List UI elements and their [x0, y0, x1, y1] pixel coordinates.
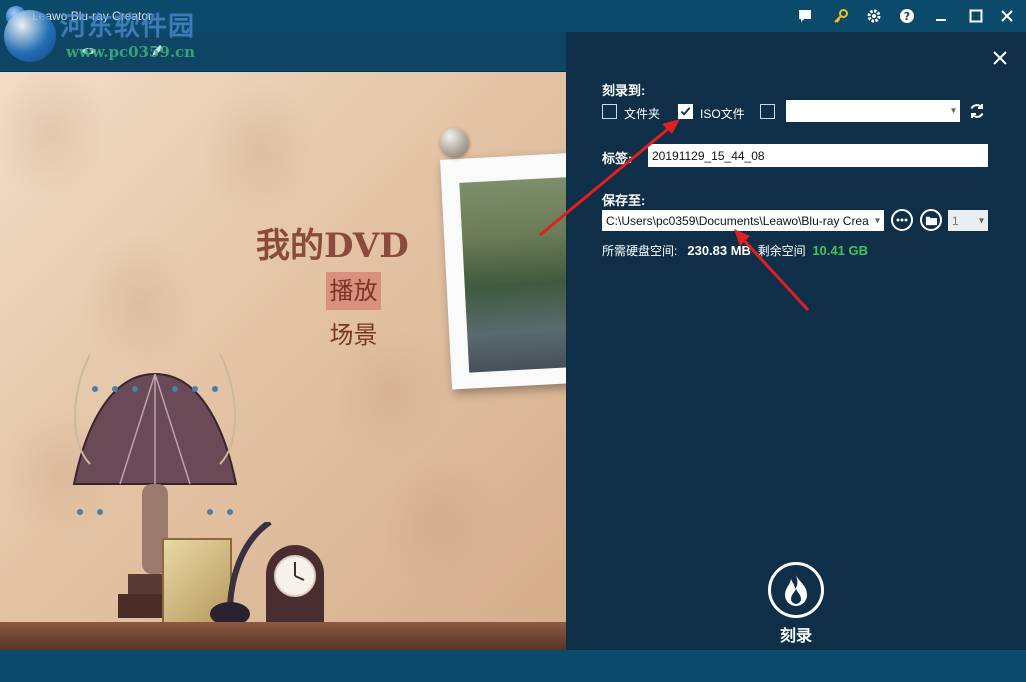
- disc-checkbox[interactable]: [760, 104, 775, 119]
- iso-checkbox[interactable]: [678, 104, 693, 119]
- title-bar: Leawo Blu-ray Creator ?: [0, 0, 1026, 32]
- tag-input[interactable]: 20191129_15_44_08: [648, 144, 988, 167]
- status-bar: [0, 650, 1026, 682]
- save-to-label: 保存至:: [602, 193, 646, 208]
- panel-close-icon[interactable]: [990, 48, 1010, 68]
- copies-value: 1: [952, 213, 959, 228]
- browse-button[interactable]: [891, 209, 913, 231]
- folder-checkbox[interactable]: [602, 104, 617, 119]
- save-path-value: C:\Users\pc0359\Documents\Leawo\Blu-ray …: [606, 213, 869, 228]
- shelf: [0, 622, 566, 650]
- clock-icon: [266, 545, 324, 626]
- minimize-icon[interactable]: [932, 7, 950, 25]
- burn-settings-panel: 刻录到: 文件夹 ISO文件 ▾ 标签: 20191129_15_44_08 保…: [566, 32, 1026, 650]
- save-path-select[interactable]: C:\Users\pc0359\Documents\Leawo\Blu-ray …: [602, 210, 884, 231]
- gear-icon[interactable]: [865, 7, 883, 25]
- menu-item-scene[interactable]: 场景: [326, 316, 381, 354]
- drive-select[interactable]: ▾: [786, 100, 960, 122]
- open-folder-button[interactable]: [920, 209, 942, 231]
- more-icon: [896, 218, 908, 222]
- preview-toolbar: [0, 32, 566, 72]
- pin-icon: [440, 128, 468, 156]
- burn-button[interactable]: [768, 562, 824, 618]
- tag-label: 标签:: [602, 151, 633, 166]
- help-icon[interactable]: ?: [898, 7, 916, 25]
- disk-space-info: 所需硬盘空间: 230.83 MB 剩余空间 10.41 GB: [602, 242, 868, 259]
- pen-icon[interactable]: [148, 42, 166, 60]
- dvd-menu-preview: 我的DVD 播放 场景: [0, 72, 566, 650]
- free-space-label: 剩余空间: [757, 244, 806, 258]
- app-logo-icon: [6, 6, 26, 26]
- maximize-icon[interactable]: [967, 7, 985, 25]
- chat-icon[interactable]: [796, 7, 814, 25]
- chevron-down-icon: ▾: [872, 215, 880, 226]
- video-thumbnail: [459, 176, 566, 373]
- window-title: Leawo Blu-ray Creator: [32, 9, 153, 23]
- chevron-down-icon: ▾: [978, 215, 984, 226]
- key-icon[interactable]: [832, 7, 850, 25]
- eye-icon[interactable]: [80, 42, 98, 60]
- copies-select[interactable]: 1 ▾: [948, 210, 988, 231]
- burn-label: 刻录: [779, 628, 812, 645]
- free-space-value: 10.41 GB: [812, 243, 868, 258]
- required-space-value: 230.83 MB: [687, 243, 751, 258]
- close-icon[interactable]: [998, 7, 1016, 25]
- menu-item-play[interactable]: 播放: [326, 272, 381, 310]
- required-space-label: 所需硬盘空间:: [602, 244, 678, 258]
- menu-title: 我的DVD: [256, 226, 409, 266]
- folder-icon: [925, 216, 937, 225]
- tag-input-value: 20191129_15_44_08: [652, 148, 765, 163]
- chevron-down-icon: ▾: [950, 105, 956, 117]
- refresh-icon[interactable]: [968, 102, 986, 120]
- flame-icon: [785, 575, 807, 606]
- svg-text:?: ?: [904, 10, 910, 23]
- iso-option-label: ISO文件: [700, 107, 745, 121]
- photo-frame: [440, 152, 566, 390]
- burn-to-label: 刻录到:: [602, 83, 646, 98]
- checkmark-icon: [680, 107, 691, 116]
- folder-option-label: 文件夹: [624, 107, 661, 121]
